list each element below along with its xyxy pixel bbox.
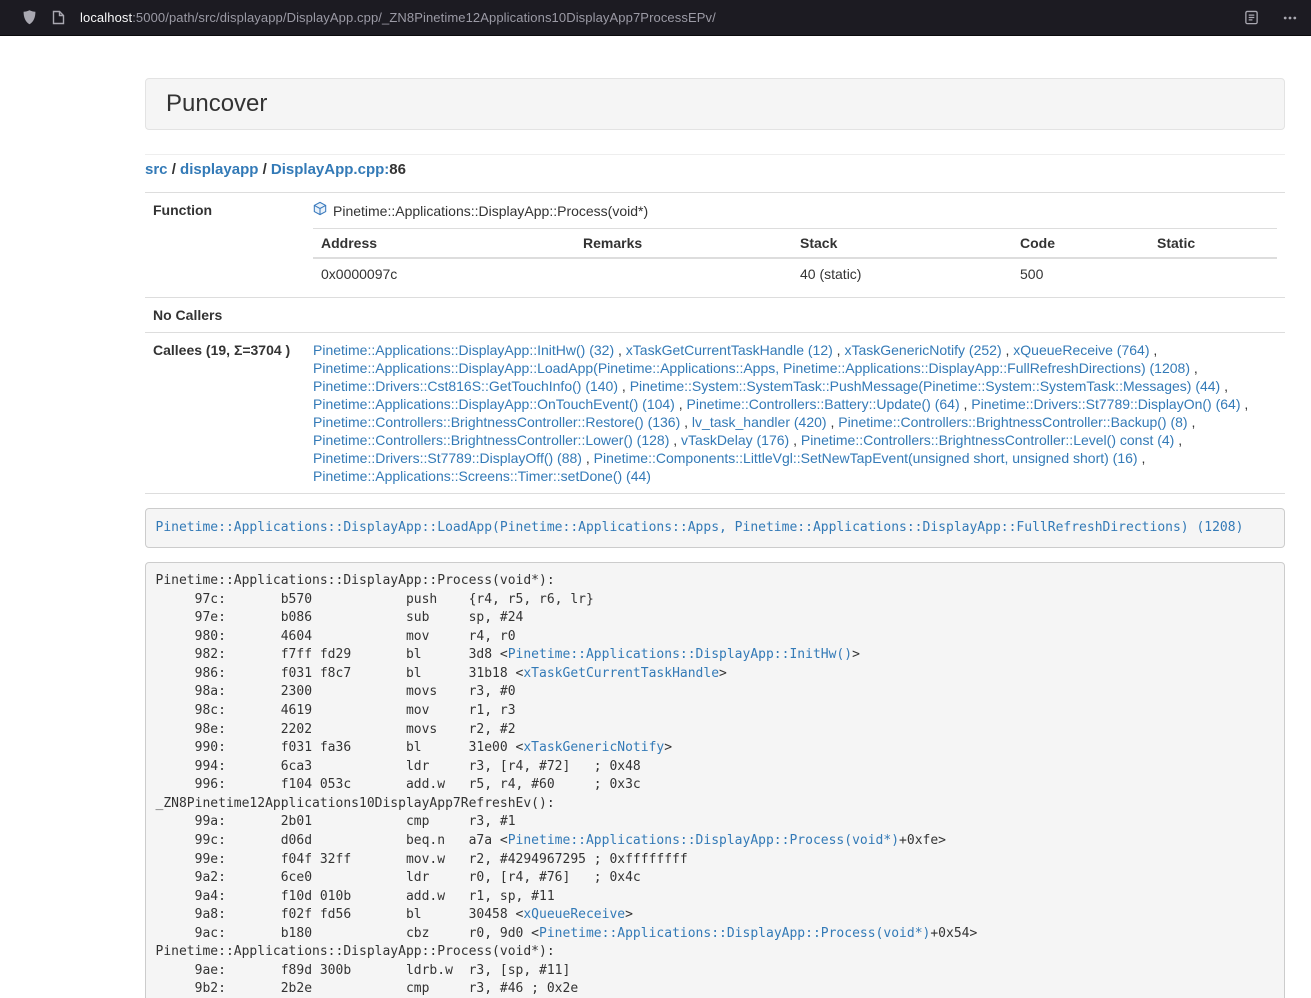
address-value: 0x0000097c <box>313 258 575 289</box>
callee-link[interactable]: Pinetime::Drivers::St7789::DisplayOn() (… <box>971 396 1240 412</box>
symbol-panel: Pinetime::Applications::DisplayApp::Load… <box>145 508 1285 548</box>
callee-link[interactable]: vTaskDelay (176) <box>681 432 789 448</box>
function-row: Function Pinetime::Applications::Display… <box>145 193 1285 298</box>
breadcrumb-link[interactable]: displayapp <box>180 161 258 178</box>
callees-row: Callees (19, Σ=3704 ) Pinetime::Applicat… <box>145 333 1285 494</box>
callee-link[interactable]: xTaskGenericNotify (252) <box>844 342 1001 358</box>
code-value: 500 <box>1012 258 1149 289</box>
divider <box>145 154 1285 155</box>
callee-link[interactable]: lv_task_handler (420) <box>692 414 827 430</box>
callee-link[interactable]: Pinetime::Controllers::Battery::Update()… <box>687 396 960 412</box>
breadcrumb-link[interactable]: DisplayApp.cpp: <box>271 161 389 178</box>
callee-link[interactable]: xQueueReceive (764) <box>1013 342 1149 358</box>
function-name: Pinetime::Applications::DisplayApp::Proc… <box>333 202 648 220</box>
stack-value: 40 (static) <box>792 258 1012 289</box>
function-cell: Pinetime::Applications::DisplayApp::Proc… <box>305 193 1285 298</box>
callee-link[interactable]: Pinetime::System::SystemTask::PushMessag… <box>630 378 1221 394</box>
breadcrumb-separator: / <box>168 161 181 178</box>
tracking-protection-shield-icon[interactable] <box>22 9 37 26</box>
reader-view-icon[interactable] <box>1244 10 1259 25</box>
column-header-stack: Stack <box>792 229 1012 259</box>
callees-label: Callees (19, Σ=3704 ) <box>145 333 305 494</box>
no-callers-cell <box>305 298 1285 333</box>
disassembly-block: Pinetime::Applications::DisplayApp::Proc… <box>145 562 1285 998</box>
column-header-code: Code <box>1012 229 1149 259</box>
page-actions-menu-icon[interactable] <box>1283 11 1297 25</box>
breadcrumb-line-number: 86 <box>389 161 406 178</box>
page-content: Puncover src / displayapp / DisplayApp.c… <box>145 78 1285 998</box>
disassembly-symbol-link[interactable]: Pinetime::Applications::DisplayApp::Proc… <box>508 833 899 848</box>
callee-link[interactable]: Pinetime::Applications::DisplayApp::Load… <box>313 360 1190 376</box>
callee-link[interactable]: Pinetime::Applications::Screens::Timer::… <box>313 468 651 484</box>
browser-toolbar: localhost:5000/path/src/displayapp/Displ… <box>0 0 1311 36</box>
inner-table-header-row: AddressRemarksStackCodeStatic <box>313 229 1277 259</box>
column-header-remarks: Remarks <box>575 229 792 259</box>
symbol-link[interactable]: Pinetime::Applications::DisplayApp::Load… <box>156 520 1244 535</box>
callee-link[interactable]: Pinetime::Applications::DisplayApp::Init… <box>313 342 614 358</box>
callee-link[interactable]: Pinetime::Components::LittleVgl::SetNewT… <box>594 450 1138 466</box>
no-callers-row: No Callers <box>145 298 1285 333</box>
disassembly-symbol-link[interactable]: Pinetime::Applications::DisplayApp::Proc… <box>539 926 930 941</box>
disassembly-symbol-link[interactable]: xTaskGenericNotify <box>523 740 664 755</box>
callee-link[interactable]: Pinetime::Applications::DisplayApp::OnTo… <box>313 396 675 412</box>
callees-list: Pinetime::Applications::DisplayApp::Init… <box>305 333 1285 494</box>
function-icon <box>313 201 327 220</box>
function-stats-table: AddressRemarksStackCodeStatic 0x0000097c… <box>313 228 1277 289</box>
disassembly-code: Pinetime::Applications::DisplayApp::Proc… <box>156 573 978 996</box>
remarks-value <box>575 258 792 289</box>
callee-link[interactable]: Pinetime::Controllers::BrightnessControl… <box>838 414 1187 430</box>
breadcrumb-separator: / <box>258 161 271 178</box>
breadcrumb-link[interactable]: src <box>145 161 168 178</box>
static-value <box>1149 258 1277 289</box>
function-row-label: Function <box>145 193 305 298</box>
url-host: localhost <box>80 10 132 25</box>
app-title: Puncover <box>166 91 1264 117</box>
url-bar[interactable]: localhost:5000/path/src/displayapp/Displ… <box>80 10 1244 25</box>
url-path: :5000/path/src/displayapp/DisplayApp.cpp… <box>132 10 716 25</box>
page-identity-icon[interactable] <box>52 10 65 25</box>
toolbar-right-actions <box>1244 10 1297 25</box>
browser-window: localhost:5000/path/src/displayapp/Displ… <box>0 0 1311 998</box>
table-row: 0x0000097c 40 (static) 500 <box>313 258 1277 289</box>
disassembly-symbol-link[interactable]: xQueueReceive <box>523 907 625 922</box>
column-header-address: Address <box>313 229 575 259</box>
callee-link[interactable]: Pinetime::Controllers::BrightnessControl… <box>313 414 680 430</box>
callee-link[interactable]: Pinetime::Controllers::BrightnessControl… <box>313 432 669 448</box>
function-table: Function Pinetime::Applications::Display… <box>145 192 1285 494</box>
disassembly-symbol-link[interactable]: xTaskGetCurrentTaskHandle <box>523 666 719 681</box>
callee-link[interactable]: Pinetime::Drivers::Cst816S::GetTouchInfo… <box>313 378 618 394</box>
column-header-static: Static <box>1149 229 1277 259</box>
app-header-panel: Puncover <box>145 78 1285 130</box>
no-callers-label: No Callers <box>145 298 305 333</box>
callee-link[interactable]: Pinetime::Controllers::BrightnessControl… <box>801 432 1174 448</box>
callee-link[interactable]: Pinetime::Drivers::St7789::DisplayOff() … <box>313 450 582 466</box>
breadcrumb: src / displayapp / DisplayApp.cpp:86 <box>145 159 1285 180</box>
callee-link[interactable]: xTaskGetCurrentTaskHandle (12) <box>626 342 833 358</box>
disassembly-symbol-link[interactable]: Pinetime::Applications::DisplayApp::Init… <box>508 647 852 662</box>
